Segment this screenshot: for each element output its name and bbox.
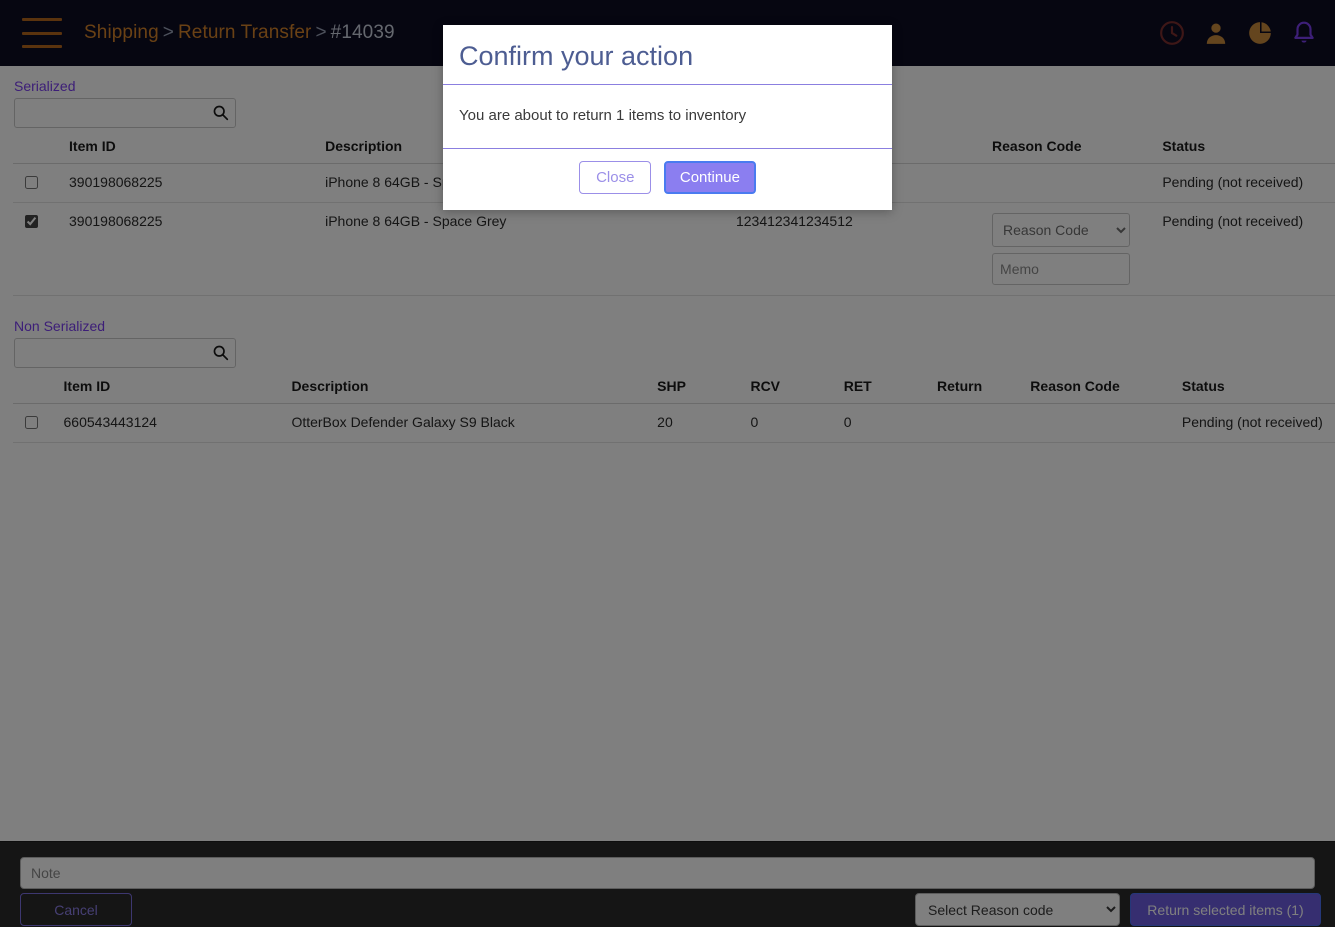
dialog-close-button[interactable]: Close bbox=[579, 161, 652, 194]
confirm-dialog: Confirm your action You are about to ret… bbox=[443, 25, 892, 210]
dialog-continue-button[interactable]: Continue bbox=[663, 161, 756, 194]
dialog-title: Confirm your action bbox=[459, 41, 694, 71]
dialog-message: You are about to return 1 items to inven… bbox=[443, 85, 892, 149]
dialog-header: Confirm your action bbox=[443, 25, 892, 85]
dialog-footer: Close Continue bbox=[443, 149, 892, 210]
